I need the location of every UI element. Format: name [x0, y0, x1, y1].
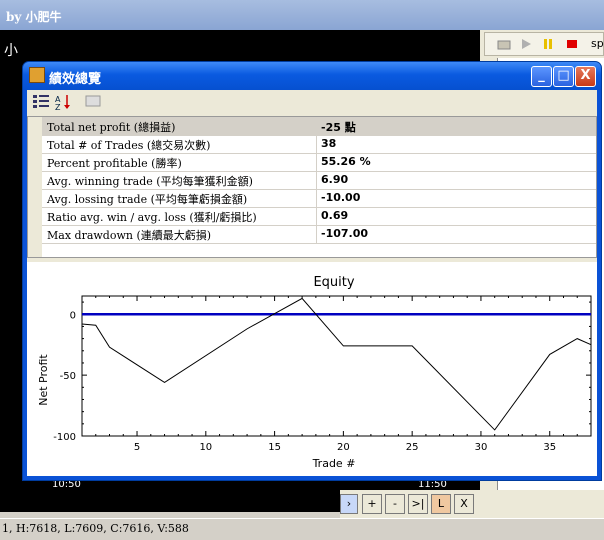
chart-nav-bar: › + - >| L X [340, 490, 604, 518]
stats-grid: Total net profit (總損益) -25 點 Total # of … [27, 116, 597, 258]
x-tick-label: 10 [199, 442, 212, 453]
open-folder-icon[interactable] [497, 37, 511, 51]
y-axis-label: Net Profit [37, 354, 50, 406]
pause-icon[interactable] [541, 37, 555, 51]
toolbar-text: sp [591, 37, 604, 50]
row-label: Total # of Trades (總交易次數) [47, 139, 211, 152]
row-value: -10.00 [321, 191, 361, 204]
y-tick-label: 0 [70, 310, 76, 321]
column-divider [316, 207, 317, 225]
close-chart-button[interactable]: X [454, 494, 474, 514]
column-divider [316, 225, 317, 243]
scroll-right-button[interactable]: › [340, 494, 358, 514]
playback-toolbar: sp [484, 32, 604, 56]
status-text: 1, H:7618, L:7609, C:7616, V:588 [2, 522, 189, 535]
maximize-button[interactable]: □ [553, 66, 574, 87]
alphabetical-sort-icon[interactable]: AZ [53, 93, 73, 113]
grid-row[interactable]: Avg. winning trade (平均每筆獲利金額) 6.90 [42, 171, 596, 190]
row-value: 0.69 [321, 209, 349, 222]
zoom-in-button[interactable]: + [362, 494, 382, 514]
grid-row[interactable]: Total net profit (總損益) -25 點 [42, 117, 596, 136]
dialog-body: AZ Total net profit (總損益) -25 點 Total # … [27, 90, 597, 476]
row-label: Ratio avg. win / avg. loss (獲利/虧損比) [47, 211, 257, 224]
column-divider [316, 171, 317, 189]
x-tick-label: 30 [475, 442, 488, 453]
app-icon [29, 67, 45, 83]
x-tick-label: 5 [134, 442, 140, 453]
x-tick-label: 15 [268, 442, 281, 453]
property-pages-icon[interactable] [83, 93, 103, 113]
x-tick-label: 35 [543, 442, 556, 453]
equity-chart-svg: Equity Net Profit Trade # 5 10 15 20 25 30 35 0… [37, 275, 592, 470]
l-button[interactable]: L [431, 494, 451, 514]
dialog-title: 績效總覽 [49, 72, 102, 87]
property-toolbar: AZ [27, 90, 597, 116]
column-divider [316, 117, 317, 135]
x-tick-label: 20 [337, 442, 350, 453]
row-value: 6.90 [321, 173, 349, 186]
jump-end-button[interactable]: >| [408, 494, 428, 514]
column-divider [316, 189, 317, 207]
row-value: -25 點 [321, 121, 356, 134]
grid-gutter [28, 117, 42, 257]
chart-fragment-text: 小 [4, 43, 18, 59]
categorized-icon[interactable] [31, 93, 51, 113]
row-label: Total net profit (總損益) [47, 121, 176, 134]
grid-row[interactable]: Max drawdown (連續最大虧損) -107.00 [42, 225, 596, 244]
column-divider [316, 135, 317, 153]
plot-frame [81, 295, 592, 437]
stop-icon[interactable] [565, 37, 579, 51]
status-bar: 1, H:7618, L:7609, C:7616, V:588 [0, 518, 604, 540]
row-value: 38 [321, 137, 337, 150]
grid-row[interactable]: Total # of Trades (總交易次數) 38 [42, 135, 596, 154]
y-tick-label: -100 [53, 432, 76, 443]
close-button[interactable]: X [575, 66, 596, 87]
x-tick-label: 25 [406, 442, 419, 453]
grid-row[interactable]: Percent profitable (勝率) 55.26 % [42, 153, 596, 172]
row-label: Avg. lossing trade (平均每筆虧損金額) [47, 193, 248, 206]
app-title: by 小肥牛 [6, 10, 62, 24]
row-value: 55.26 % [321, 155, 371, 168]
row-label: Max drawdown (連續最大虧損) [47, 229, 212, 242]
chart-title: Equity [313, 275, 354, 290]
svg-text:Z: Z [55, 103, 61, 111]
performance-dialog: 績效總覽 _ □ X AZ Total net profit (總損益) -25… [22, 61, 602, 481]
y-tick-label: -50 [60, 371, 76, 382]
row-label: Avg. winning trade (平均每筆獲利金額) [47, 175, 253, 188]
row-label: Percent profitable (勝率) [47, 157, 182, 170]
app-title-bar: by 小肥牛 [0, 0, 604, 30]
x-axis-label: Trade # [312, 457, 356, 470]
minimize-button[interactable]: _ [531, 66, 552, 87]
column-divider [316, 153, 317, 171]
play-icon[interactable] [519, 37, 533, 51]
zoom-out-button[interactable]: - [385, 494, 405, 514]
grid-row[interactable]: Avg. lossing trade (平均每筆虧損金額) -10.00 [42, 189, 596, 208]
equity-chart: Equity Net Profit Trade # 5 10 15 20 25 30 35 0… [27, 262, 597, 476]
row-value: -107.00 [321, 227, 369, 240]
dialog-title-bar[interactable]: 績效總覽 _ □ X [23, 62, 601, 90]
grid-row[interactable]: Ratio avg. win / avg. loss (獲利/虧損比) 0.69 [42, 207, 596, 226]
